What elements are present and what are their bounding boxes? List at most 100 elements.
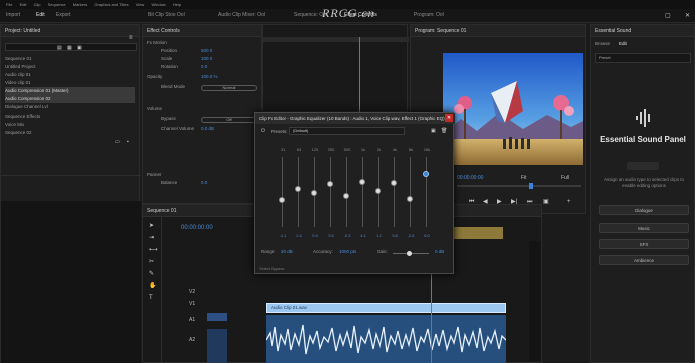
effect-value[interactable]: 0.0 — [201, 179, 257, 187]
freeform-view-icon[interactable]: ▣ — [77, 45, 82, 51]
fader-knob[interactable] — [327, 180, 333, 187]
eq-band-16k[interactable]: 16k 6.0 — [423, 147, 430, 267]
tab-browse[interactable]: Browse — [595, 41, 610, 46]
panel-menu-icon[interactable]: ≡ — [129, 35, 133, 41]
accuracy-value[interactable]: 1000 pts — [339, 249, 356, 254]
menu-view[interactable]: View — [136, 2, 145, 7]
eq-band-4k[interactable]: 4k 3.8 — [391, 147, 398, 267]
list-item[interactable]: Audio Compression 02 — [5, 95, 135, 103]
list-item[interactable]: Sequence 02 — [5, 129, 135, 137]
tab-program[interactable]: Program: Ool — [414, 12, 444, 18]
fader-knob[interactable] — [359, 179, 365, 186]
new-bin-icon[interactable]: ▭ — [115, 139, 120, 145]
info-button[interactable] — [627, 162, 659, 170]
tab-edit-sound[interactable]: Edit — [619, 41, 627, 46]
new-item-icon[interactable]: ▪ — [127, 139, 129, 145]
fader-knob[interactable] — [375, 188, 381, 195]
audio-waveform[interactable] — [266, 315, 506, 363]
audio-clip-label-bar[interactable]: Audio Clip 01.wav — [266, 303, 506, 313]
list-item[interactable]: Video clip 01 — [5, 79, 135, 87]
icon-view-icon[interactable]: ▦ — [67, 45, 72, 51]
eq-band-63[interactable]: 63 2.4 — [295, 147, 302, 267]
program-playhead[interactable] — [529, 183, 533, 189]
fader-knob[interactable] — [295, 185, 301, 192]
program-timecode[interactable]: 00:00:00:00 — [457, 175, 483, 181]
window-icon[interactable]: ▢ — [665, 13, 671, 19]
fader-knob[interactable] — [423, 170, 429, 177]
add-button-icon[interactable]: + — [567, 199, 571, 205]
timeline-timecode[interactable]: 00:00:00:00 — [181, 225, 213, 231]
export-frame-icon[interactable]: ▣ — [543, 199, 549, 205]
project-panel: Project: Untitled ≡ ▤ ▦ ▣ Sequence 01 Un… — [0, 24, 141, 363]
bypass-dropdown[interactable]: Off — [201, 117, 257, 123]
ambience-button[interactable]: Ambience — [599, 255, 689, 265]
list-item[interactable]: Audio clip 01 — [5, 71, 135, 79]
range-value[interactable]: 20 dB — [281, 249, 293, 254]
list-item[interactable]: Dialogue Channel Lvl — [5, 103, 135, 111]
selection-tool-icon[interactable]: ➤ — [149, 223, 154, 229]
fit-dropdown[interactable]: Fit — [521, 175, 527, 181]
gain-value[interactable]: 0 dB — [435, 249, 444, 254]
blend-mode-dropdown[interactable]: Normal — [201, 85, 257, 91]
dialogue-button[interactable]: Dialogue — [599, 205, 689, 215]
menu-help[interactable]: Help — [173, 2, 181, 7]
sfx-button[interactable]: SFX — [599, 239, 689, 249]
type-tool-icon[interactable]: T — [149, 295, 153, 301]
menu-graphics[interactable]: Graphics and Titles — [94, 2, 128, 7]
track-target-a1[interactable] — [207, 313, 227, 321]
playhead[interactable] — [359, 37, 360, 113]
list-item[interactable]: Sequence 01 — [5, 55, 135, 63]
power-icon[interactable]: ⏻ — [261, 128, 265, 134]
effect-row[interactable]: Volume — [147, 105, 257, 113]
tab-edit[interactable]: Edit — [36, 12, 45, 18]
list-item[interactable]: Untitled Project — [5, 63, 135, 71]
eq-band-1k[interactable]: 1k 4.1 — [359, 147, 366, 267]
list-item[interactable]: Audio Compression 01 (Master) — [5, 87, 135, 95]
save-preset-icon[interactable]: ▣ — [431, 128, 436, 134]
track-target-a2[interactable] — [207, 329, 227, 363]
fader-knob[interactable] — [343, 192, 349, 199]
effect-row[interactable]: Panner — [147, 171, 257, 179]
pen-tool-icon[interactable]: ✎ — [149, 271, 154, 277]
menu-markers[interactable]: Markers — [73, 2, 87, 7]
close-icon[interactable]: ✕ — [685, 13, 690, 19]
menu-file[interactable]: File — [6, 2, 12, 7]
preset-dropdown[interactable]: Preset — [595, 53, 691, 63]
list-item[interactable]: Voice Mix — [5, 121, 135, 129]
essential-sound-title: Essential Sound — [591, 25, 694, 37]
delete-preset-icon[interactable]: 🗑 — [441, 128, 447, 134]
menu-edit[interactable]: Edit — [20, 2, 27, 7]
fader-knob[interactable] — [279, 197, 285, 204]
timeline-scrollbar[interactable] — [529, 241, 541, 361]
effect-value[interactable]: 0.0 — [201, 63, 257, 71]
music-button[interactable]: Music — [599, 223, 689, 233]
band-label: 63 — [296, 147, 302, 152]
tab-import[interactable]: Import — [6, 12, 20, 18]
fader-knob[interactable] — [391, 179, 397, 186]
razor-tool-icon[interactable]: ✂ — [149, 259, 154, 265]
tab-audio-clip-mixer[interactable]: Audio Clip Mixer: Ool — [218, 12, 265, 18]
menu-clip[interactable]: Clip — [34, 2, 41, 7]
list-item[interactable]: Sequence Effects — [5, 113, 135, 121]
presets-dropdown[interactable]: (Default) — [289, 127, 405, 135]
keyframe-ruler[interactable] — [263, 37, 409, 42]
dialog-close-button[interactable]: ✕ — [445, 114, 453, 122]
effect-value[interactable]: 100.0 — [201, 55, 257, 63]
menu-sequence[interactable]: Sequence — [48, 2, 66, 7]
ripple-edit-icon[interactable]: ⟷ — [149, 247, 158, 253]
track-select-icon[interactable]: ⇥ — [149, 235, 154, 241]
effect-row[interactable]: Fx Motion — [147, 39, 257, 47]
fader-knob[interactable] — [407, 196, 413, 202]
program-scrubber[interactable] — [457, 185, 581, 187]
resolution-dropdown[interactable]: Full — [561, 175, 569, 181]
hand-tool-icon[interactable]: ✋ — [149, 283, 156, 289]
effect-value[interactable]: 100.0 % — [201, 73, 257, 81]
list-view-icon[interactable]: ▤ — [57, 45, 62, 51]
tab-export[interactable]: Export — [56, 12, 70, 18]
effect-value[interactable]: 500.0 — [201, 47, 257, 55]
menu-window[interactable]: Window — [151, 2, 165, 7]
tab-clip-stoo[interactable]: Bit Clip Stoo Ool — [148, 12, 185, 18]
fader-knob[interactable] — [311, 190, 317, 197]
effect-value[interactable]: 0.0 dB — [201, 125, 257, 133]
gain-slider-knob[interactable] — [407, 251, 412, 256]
